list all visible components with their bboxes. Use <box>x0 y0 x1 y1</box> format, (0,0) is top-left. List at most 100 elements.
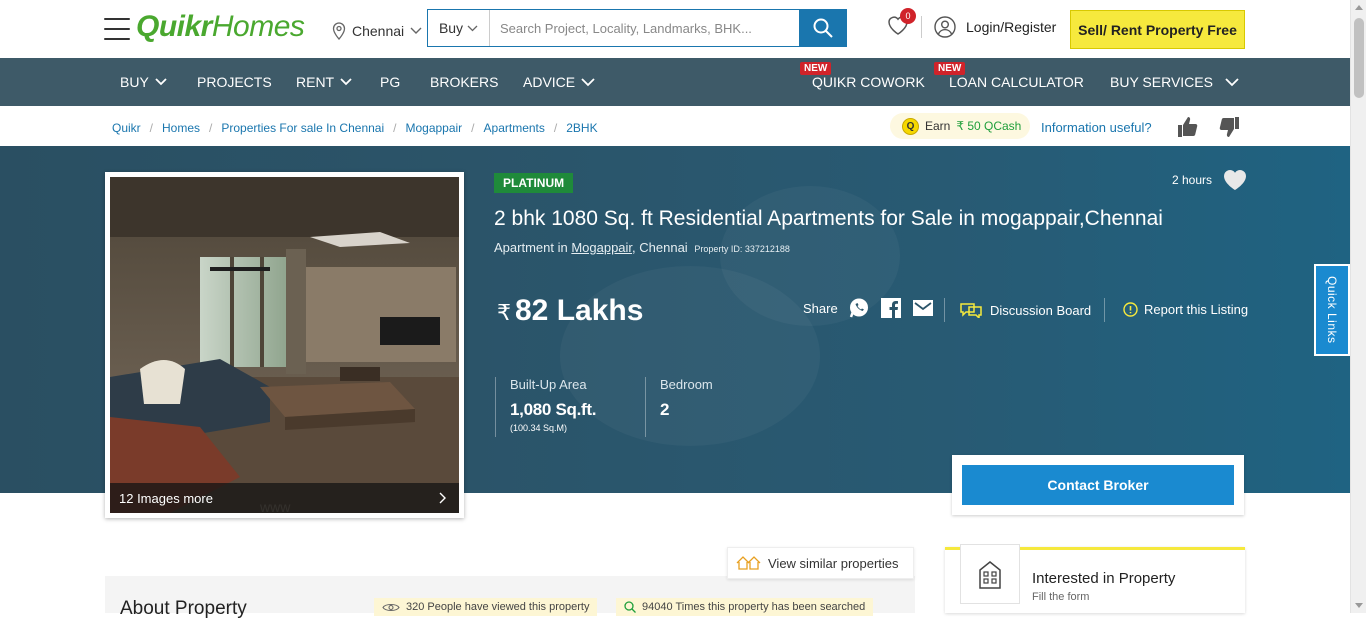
search-bar: Buy <box>427 9 847 47</box>
property-photo[interactable]: www 12 Images more <box>110 177 459 513</box>
interested-card[interactable]: Interested in Property Fill the form <box>945 544 1245 613</box>
stat-built-up-area: Built-Up Area 1,080 Sq.ft. (100.34 Sq.M) <box>495 377 635 437</box>
nav-projects[interactable]: PROJECTS <box>197 58 272 106</box>
nav-pg[interactable]: PG <box>380 58 400 106</box>
wishlist-button[interactable]: 0 <box>886 8 916 40</box>
thumbs-up-icon[interactable] <box>1176 115 1200 139</box>
chevron-down-icon <box>1225 77 1239 86</box>
report-listing-link[interactable]: Report this Listing <box>1123 302 1248 317</box>
property-type: Apartment in <box>494 240 568 255</box>
images-more-bar[interactable]: 12 Images more <box>110 483 459 513</box>
nav-label: PG <box>380 74 401 90</box>
breadcrumb-item[interactable]: Apartments <box>484 121 545 135</box>
quick-links-tab[interactable]: Quick Links <box>1314 264 1350 356</box>
nav-label: RENT <box>296 74 335 90</box>
nav-buy[interactable]: BUY <box>120 58 167 106</box>
nav-label: BUY <box>120 74 149 90</box>
locality-link[interactable]: Mogappair <box>571 240 632 255</box>
chevron-down-icon <box>340 78 352 86</box>
breadcrumb-separator: / <box>471 121 475 135</box>
nav-label: BROKERS <box>430 74 499 90</box>
currency-symbol: ₹ <box>497 300 511 325</box>
page-scrollbar[interactable] <box>1350 0 1366 613</box>
views-count: 320 People have viewed this property <box>374 598 598 616</box>
interest-subtitle: Fill the form <box>1032 591 1090 603</box>
search-button[interactable] <box>799 10 846 46</box>
search-count: 94040 Times this property has been searc… <box>616 598 874 616</box>
price-value: 82 Lakhs <box>515 294 644 327</box>
living-room-image: www <box>110 177 459 513</box>
favorite-heart-icon[interactable] <box>1222 168 1248 192</box>
email-icon[interactable] <box>912 297 934 319</box>
contact-card: Contact Broker <box>952 455 1244 515</box>
chevron-down-icon <box>155 78 167 86</box>
logo[interactable]: QuikrHomes <box>136 10 305 44</box>
city-name: , Chennai <box>632 240 688 255</box>
houses-icon <box>736 556 761 570</box>
about-title: About Property <box>120 598 247 619</box>
interest-title: Interested in Property <box>1032 570 1176 587</box>
nav-buy-services[interactable]: BUY SERVICES <box>1110 58 1239 106</box>
city-label: Chennai <box>352 23 405 39</box>
chevron-down-icon <box>410 27 422 34</box>
stat-bedroom: Bedroom 2 <box>645 377 765 437</box>
user-icon <box>934 16 956 38</box>
breadcrumb-item[interactable]: Properties For sale In Chennai <box>221 121 384 135</box>
chevron-down-icon <box>581 77 595 86</box>
property-photo-card[interactable]: www 12 Images more <box>105 172 464 518</box>
whatsapp-icon[interactable] <box>848 297 870 319</box>
listing-subtitle: Apartment in Mogappair, Chennai Property… <box>494 240 790 255</box>
stat-subvalue: (100.34 Sq.M) <box>510 423 568 433</box>
nav-label: ADVICE <box>523 74 576 90</box>
nav-quikr-cowork[interactable]: QUIKR COWORK <box>812 58 925 106</box>
breadcrumb-separator: / <box>209 121 213 135</box>
breadcrumb-item[interactable]: Mogappair <box>405 121 462 135</box>
discussion-board-link[interactable]: Discussion Board <box>960 302 1091 318</box>
breadcrumb-separator: / <box>553 121 558 135</box>
breadcrumb-separator: / <box>393 121 397 135</box>
breadcrumb: Quikr / Homes / Properties For sale In Che… <box>112 121 598 135</box>
nav-label: QUIKR COWORK <box>812 74 925 90</box>
city-selector[interactable]: Chennai <box>332 22 422 40</box>
building-icon-box <box>960 544 1020 604</box>
wishlist-count-badge: 0 <box>900 8 916 24</box>
nav-advice[interactable]: ADVICE <box>523 58 595 106</box>
listing-title: 2 bhk 1080 Sq. ft Residential Apartments… <box>494 207 1163 230</box>
nav-rent[interactable]: RENT <box>296 58 352 106</box>
stat-label: Bedroom <box>660 377 713 392</box>
breadcrumb-item[interactable]: Quikr <box>112 121 141 135</box>
report-label: Report this Listing <box>1144 302 1249 317</box>
view-similar-button[interactable]: View similar properties <box>727 547 914 579</box>
top-header: QuikrHomes Chennai Buy 0 Login/Register … <box>0 0 1350 58</box>
sell-rent-button[interactable]: Sell/ Rent Property Free <box>1070 10 1245 49</box>
nav-label: LOAN CALCULATOR <box>949 74 1084 90</box>
stat-value: 1,080 Sq.ft. <box>510 400 597 419</box>
login-register-link[interactable]: Login/Register <box>934 16 1056 38</box>
nav-loan-calculator[interactable]: LOAN CALCULATOR <box>949 58 1084 106</box>
nav-brokers[interactable]: BROKERS <box>430 58 498 106</box>
search-type-select[interactable]: Buy <box>428 10 490 46</box>
scroll-up-arrow[interactable] <box>1355 5 1363 10</box>
menu-icon[interactable] <box>104 18 130 40</box>
breadcrumb-item[interactable]: Homes <box>162 121 200 135</box>
chevron-right-icon <box>439 492 446 504</box>
scrollbar-thumb[interactable] <box>1354 18 1364 98</box>
eye-icon <box>382 603 400 611</box>
property-id: Property ID: 337212188 <box>694 244 790 254</box>
scroll-down-arrow[interactable] <box>1355 603 1363 608</box>
chat-icon <box>960 303 982 318</box>
building-icon <box>979 561 1001 589</box>
discussion-label: Discussion Board <box>990 302 1092 318</box>
search-input[interactable] <box>490 10 799 46</box>
chevron-down-icon <box>467 25 478 31</box>
thumbs-down-icon[interactable] <box>1217 115 1241 139</box>
listing-price: ₹ 82 Lakhs <box>497 294 643 328</box>
qcash-coin-icon: Q <box>902 117 919 135</box>
facebook-icon[interactable] <box>880 297 902 319</box>
breadcrumb-item[interactable]: 2BHK <box>566 121 597 135</box>
qcash-offer: Q Earn ₹ 50 QCash <box>890 113 1030 139</box>
images-more-label: 12 Images more <box>119 490 213 506</box>
share-label: Share <box>803 300 838 316</box>
contact-broker-button[interactable]: Contact Broker <box>962 465 1234 505</box>
divider <box>1104 298 1105 322</box>
